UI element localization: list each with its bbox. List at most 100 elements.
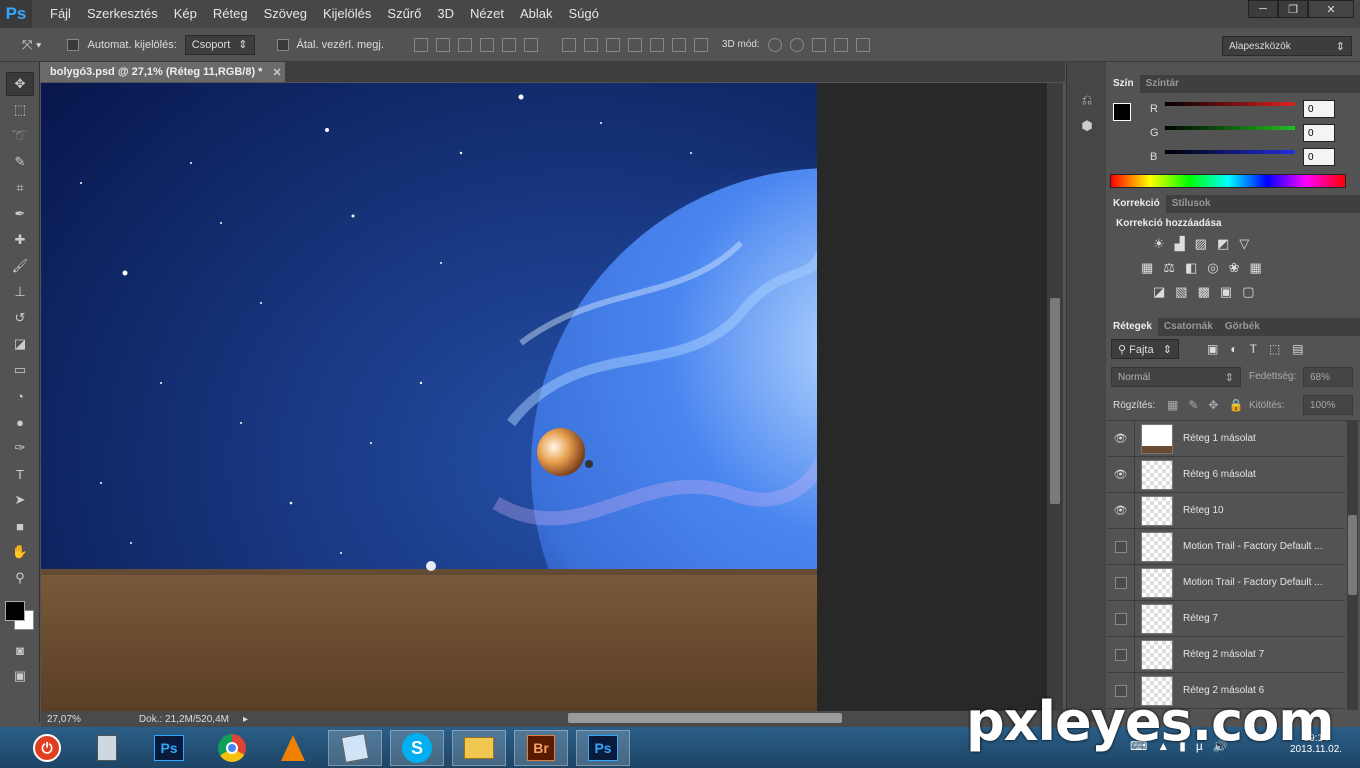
layer-row[interactable]: Réteg 7 — [1107, 600, 1345, 637]
filter-shape-icon[interactable]: ⬚ — [1269, 342, 1280, 356]
color-balance-icon[interactable]: ⚖ — [1163, 260, 1175, 276]
threshold-icon[interactable]: ▩ — [1198, 284, 1210, 300]
g-value[interactable]: 0 — [1303, 124, 1335, 142]
align-left-icon[interactable] — [479, 37, 494, 52]
distribute-hcenter-icon[interactable] — [649, 37, 664, 52]
distribute-left-icon[interactable] — [627, 37, 642, 52]
dodge-tool-icon[interactable]: ● — [6, 410, 34, 434]
horizontal-scrollbar[interactable] — [568, 713, 842, 723]
quick-select-tool-icon[interactable]: ✎ — [6, 150, 34, 174]
lock-position-icon[interactable]: ✥ — [1208, 398, 1218, 412]
explorer-app-icon[interactable] — [452, 730, 506, 766]
healing-tool-icon[interactable]: ✚ — [6, 228, 34, 252]
brightness-icon[interactable]: ☀ — [1153, 236, 1165, 252]
distribute-top-icon[interactable] — [561, 37, 576, 52]
lock-pixels-icon[interactable]: ✎ — [1188, 398, 1198, 412]
foreground-swatch[interactable] — [1113, 103, 1131, 121]
tab-layers[interactable]: Rétegek — [1107, 318, 1158, 336]
vlc-app-icon[interactable] — [266, 730, 320, 766]
tab-adjustments[interactable]: Korrekció — [1107, 195, 1166, 213]
selective-color-icon[interactable]: ▢ — [1242, 284, 1254, 300]
photoshop-app-icon[interactable]: Ps — [142, 730, 196, 766]
black-white-icon[interactable]: ◧ — [1185, 260, 1197, 276]
visibility-toggle[interactable] — [1107, 636, 1135, 673]
r-slider[interactable] — [1165, 102, 1295, 106]
menu-help[interactable]: Súgó — [561, 0, 607, 28]
brush-tool-icon[interactable]: 🖌 — [6, 254, 34, 278]
align-vcenter-icon[interactable] — [435, 37, 450, 52]
exposure-icon[interactable]: ◩ — [1217, 236, 1229, 252]
auto-select-dropdown[interactable]: Csoport ⇕ — [184, 34, 255, 55]
workspace-dropdown[interactable]: Alapeszközök ⇕ — [1222, 36, 1352, 56]
menu-3d[interactable]: 3D — [429, 0, 462, 28]
eye-icon[interactable]: 👁 — [1107, 456, 1135, 493]
lock-transparency-icon[interactable]: ▦ — [1167, 398, 1178, 412]
layer-row[interactable]: Réteg 2 másolat 7 — [1107, 636, 1345, 673]
transform-controls-checkbox[interactable] — [276, 38, 289, 51]
visibility-toggle[interactable] — [1107, 564, 1135, 601]
path-select-tool-icon[interactable]: ➤ — [6, 488, 34, 512]
gradient-map-icon[interactable]: ▣ — [1220, 284, 1232, 300]
distribute-vcenter-icon[interactable] — [583, 37, 598, 52]
calculator-app-icon[interactable] — [80, 730, 134, 766]
layer-row[interactable]: Motion Trail - Factory Default ... — [1107, 528, 1345, 565]
visibility-toggle[interactable] — [1107, 600, 1135, 637]
notepad-app-icon[interactable] — [328, 730, 382, 766]
layer-row[interactable]: Motion Trail - Factory Default ... — [1107, 564, 1345, 601]
vertical-scrollbar[interactable] — [1047, 83, 1063, 711]
layer-row[interactable]: 👁 Réteg 10 — [1107, 492, 1345, 529]
shape-tool-icon[interactable]: ■ — [6, 514, 34, 538]
b-value[interactable]: 0 — [1303, 148, 1335, 166]
tab-channels[interactable]: Csatornák — [1158, 318, 1219, 336]
menu-layer[interactable]: Réteg — [205, 0, 256, 28]
menu-select[interactable]: Kijelölés — [315, 0, 379, 28]
menu-file[interactable]: Fájl — [42, 0, 79, 28]
levels-icon[interactable]: ▟ — [1175, 236, 1185, 252]
3d-slide-icon[interactable] — [833, 37, 848, 52]
color-spectrum[interactable] — [1110, 174, 1346, 188]
3d-pan-icon[interactable] — [811, 37, 826, 52]
vibrance-icon[interactable]: ▽ — [1239, 236, 1249, 252]
filter-type-icon[interactable]: T — [1250, 342, 1257, 356]
color-lookup-icon[interactable]: ▦ — [1250, 260, 1262, 276]
zoom-level[interactable]: 27,07% — [47, 714, 81, 725]
menu-window[interactable]: Ablak — [512, 0, 561, 28]
distribute-bottom-icon[interactable] — [605, 37, 620, 52]
r-value[interactable]: 0 — [1303, 100, 1335, 118]
move-tool-icon[interactable]: ✥ — [6, 72, 34, 96]
layer-row[interactable]: 👁 Réteg 6 másolat — [1107, 456, 1345, 493]
blend-mode-dropdown[interactable]: Normál ⇕ — [1111, 367, 1241, 387]
fill-field[interactable]: 100% — [1303, 395, 1353, 415]
3d-scale-icon[interactable] — [855, 37, 870, 52]
stamp-tool-icon[interactable]: ⊥ — [6, 280, 34, 304]
maximize-button[interactable]: ❐ — [1278, 0, 1308, 18]
skype-app-icon[interactable]: S — [390, 730, 444, 766]
move-tool-icon[interactable]: ⤧ ▾ — [22, 37, 41, 53]
close-button[interactable]: ✕ — [1308, 0, 1354, 18]
tab-paths[interactable]: Görbék — [1219, 318, 1266, 336]
layer-filter-dropdown[interactable]: ⚲ Fajta ⇕ — [1111, 339, 1179, 359]
filter-pixel-icon[interactable]: ▣ — [1207, 342, 1218, 356]
opacity-field[interactable]: 68% — [1303, 367, 1353, 387]
crop-tool-icon[interactable]: ⌗ — [6, 176, 34, 200]
eye-icon[interactable]: 👁 — [1107, 421, 1135, 457]
3d-roll-icon[interactable] — [789, 37, 804, 52]
eye-icon[interactable]: 👁 — [1107, 492, 1135, 529]
gradient-tool-icon[interactable]: ▭ — [6, 358, 34, 382]
eraser-tool-icon[interactable]: ◪ — [6, 332, 34, 356]
g-slider[interactable] — [1165, 126, 1295, 130]
history-panel-icon[interactable]: ⎌ — [1073, 88, 1101, 112]
tab-swatches[interactable]: Színtár — [1140, 75, 1185, 93]
pen-tool-icon[interactable]: ✑ — [6, 436, 34, 460]
menu-type[interactable]: Szöveg — [256, 0, 315, 28]
chrome-app-icon[interactable] — [205, 730, 259, 766]
marquee-tool-icon[interactable]: ⬚ — [6, 98, 34, 122]
align-bottom-icon[interactable] — [457, 37, 472, 52]
close-tab-icon[interactable]: ✕ — [272, 66, 281, 79]
power-app-icon[interactable]: ⏻ — [20, 730, 74, 766]
zoom-tool-icon[interactable]: ⚲ — [6, 566, 34, 590]
align-hcenter-icon[interactable] — [501, 37, 516, 52]
tab-color[interactable]: Szín — [1107, 75, 1140, 93]
align-right-icon[interactable] — [523, 37, 538, 52]
layers-scrollbar[interactable] — [1347, 421, 1358, 710]
